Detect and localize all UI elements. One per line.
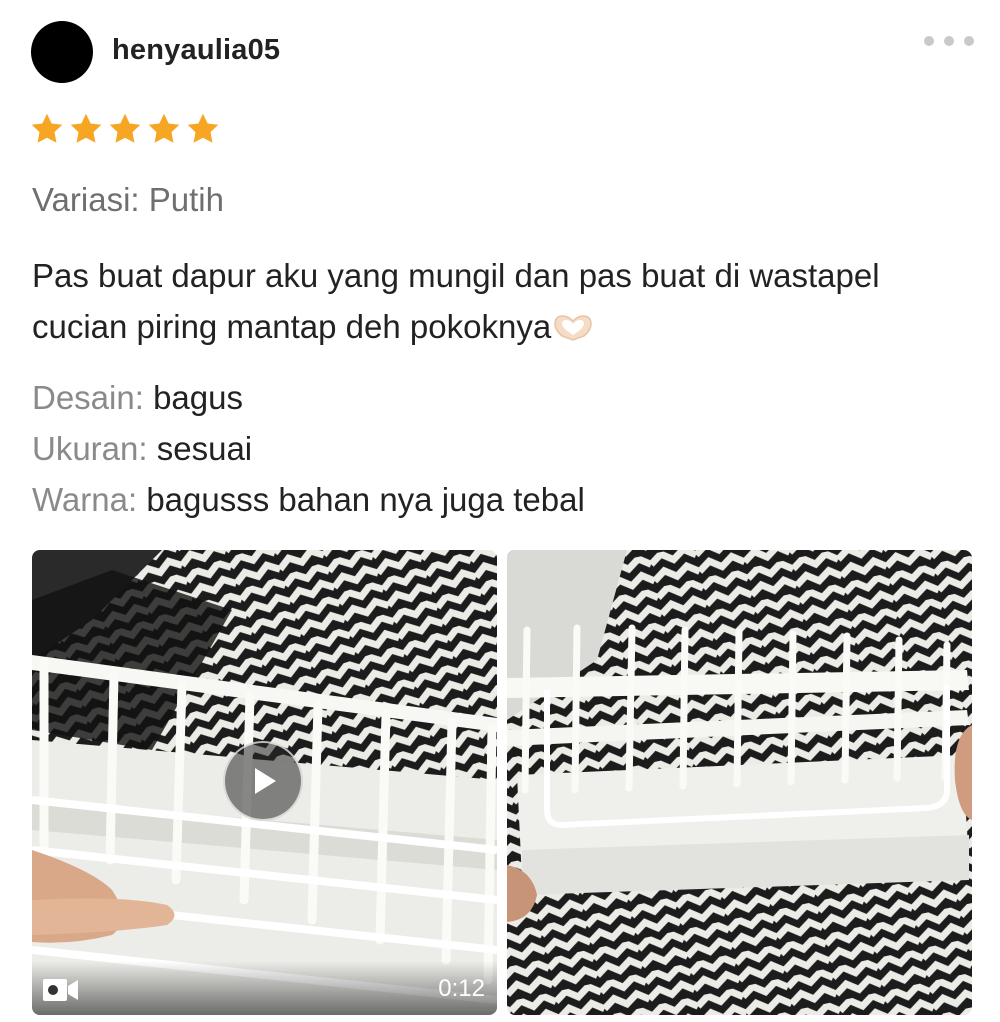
- attribute-value: sesuai: [156, 430, 253, 467]
- review-photo-thumbnail[interactable]: [507, 550, 972, 1015]
- avatar[interactable]: [31, 21, 93, 83]
- review-attributes: Desain: bagus Ukuran: sesuai Warna: bagu…: [32, 372, 585, 525]
- attribute-value: bagusss bahan nya juga tebal: [146, 481, 585, 518]
- heart-hands-icon: [554, 315, 592, 341]
- variation-label: Variasi: Putih: [32, 181, 224, 218]
- review-video-thumbnail[interactable]: 0:12: [32, 550, 497, 1015]
- play-button[interactable]: [223, 741, 303, 821]
- star-icon: [107, 111, 143, 147]
- star-icon: [185, 111, 221, 147]
- attribute-key: Ukuran:: [32, 430, 148, 467]
- video-camera-icon: [43, 979, 78, 1001]
- attribute-value: bagus: [153, 379, 243, 416]
- play-icon: [255, 768, 276, 794]
- more-dot-icon: [924, 36, 934, 46]
- attribute-row-color: Warna: bagusss bahan nya juga tebal: [32, 474, 585, 525]
- more-dot-icon: [964, 36, 974, 46]
- star-rating: [29, 111, 221, 147]
- video-info-bar: 0:12: [32, 961, 497, 1015]
- attribute-key: Warna:: [32, 481, 138, 518]
- review-body: Pas buat dapur aku yang mungil dan pas b…: [32, 257, 880, 345]
- star-icon: [29, 111, 65, 147]
- username[interactable]: henyaulia05: [112, 34, 280, 67]
- star-icon: [68, 111, 104, 147]
- star-icon: [146, 111, 182, 147]
- dish-rack-photo: [507, 550, 972, 1015]
- more-dot-icon: [944, 36, 954, 46]
- attribute-row-design: Desain: bagus: [32, 372, 585, 423]
- attribute-row-size: Ukuran: sesuai: [32, 423, 585, 474]
- review-text: Pas buat dapur aku yang mungil dan pas b…: [32, 250, 977, 352]
- video-duration: 0:12: [438, 975, 485, 1002]
- attribute-key: Desain:: [32, 379, 144, 416]
- more-options-button[interactable]: [924, 30, 974, 52]
